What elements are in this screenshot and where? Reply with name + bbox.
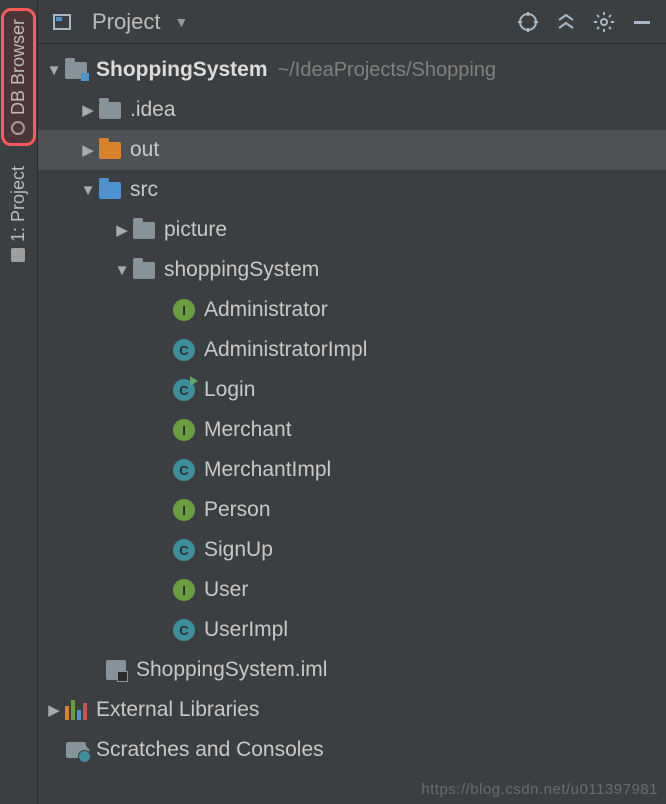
tree-node-class[interactable]: C AdministratorImpl [38, 330, 666, 370]
tree-node-class[interactable]: I Administrator [38, 290, 666, 330]
source-folder-icon [98, 178, 122, 202]
folder-icon [98, 138, 122, 162]
class-run-icon: C [172, 378, 196, 402]
expand-arrow-icon[interactable] [78, 141, 98, 159]
watermark-text: https://blog.csdn.net/u011397981 [421, 781, 658, 798]
database-icon [12, 121, 26, 135]
node-label: .idea [130, 98, 176, 122]
interface-icon: I [172, 578, 196, 602]
node-label: User [204, 578, 248, 602]
class-icon: C [172, 458, 196, 482]
class-icon: C [172, 338, 196, 362]
class-icon: C [172, 618, 196, 642]
interface-icon: I [172, 418, 196, 442]
project-icon [12, 248, 26, 262]
scratches-icon [64, 738, 88, 762]
tree-node-folder[interactable]: out [38, 130, 666, 170]
interface-icon: I [172, 498, 196, 522]
left-toolwindow-bar: DB Browser 1: Project [0, 0, 38, 804]
package-icon [132, 258, 156, 282]
project-toolbar: Project ▼ [38, 0, 666, 44]
module-folder-icon [64, 58, 88, 82]
node-label: AdministratorImpl [204, 338, 367, 362]
node-label: Scratches and Consoles [96, 738, 324, 762]
project-toolwindow: Project ▼ ShoppingSystem ~/IdeaProjects/… [38, 0, 666, 804]
node-path: ~/IdeaProjects/Shopping [278, 59, 497, 82]
node-label: out [130, 138, 159, 162]
project-tree[interactable]: ShoppingSystem ~/IdeaProjects/Shopping .… [38, 44, 666, 804]
tree-node-class[interactable]: I Merchant [38, 410, 666, 450]
node-label: Administrator [204, 298, 328, 322]
expand-arrow-icon[interactable] [112, 262, 132, 279]
node-label: Merchant [204, 418, 292, 442]
folder-icon [98, 98, 122, 122]
iml-file-icon [104, 658, 128, 682]
view-title[interactable]: Project [92, 9, 160, 35]
chevron-down-icon[interactable]: ▼ [174, 14, 188, 30]
node-label: ShoppingSystem [96, 58, 268, 82]
libraries-icon [64, 698, 88, 722]
tree-node-class[interactable]: C MerchantImpl [38, 450, 666, 490]
tree-node-class[interactable]: I User [38, 570, 666, 610]
tree-node-folder[interactable]: src [38, 170, 666, 210]
tree-node-folder[interactable]: picture [38, 210, 666, 250]
tab-label: DB Browser [8, 19, 29, 115]
interface-icon: I [172, 298, 196, 322]
node-label: ShoppingSystem.iml [136, 658, 327, 682]
gear-icon[interactable] [590, 8, 618, 36]
expand-arrow-icon[interactable] [78, 101, 98, 119]
node-label: SignUp [204, 538, 273, 562]
tree-node-scratches[interactable]: Scratches and Consoles [38, 730, 666, 770]
tab-label: 1: Project [8, 166, 29, 242]
tree-node-class[interactable]: C Login [38, 370, 666, 410]
expand-arrow-icon[interactable] [112, 221, 132, 239]
tree-node-package[interactable]: shoppingSystem [38, 250, 666, 290]
folder-icon [132, 218, 156, 242]
tab-db-browser[interactable]: DB Browser [1, 8, 36, 146]
node-label: Login [204, 378, 255, 402]
expand-arrow-icon[interactable] [78, 182, 98, 199]
locate-icon[interactable] [514, 8, 542, 36]
node-label: src [130, 178, 158, 202]
tab-project[interactable]: 1: Project [4, 158, 33, 270]
tree-node-class[interactable]: C SignUp [38, 530, 666, 570]
tree-node-class[interactable]: C UserImpl [38, 610, 666, 650]
hide-icon[interactable] [628, 8, 656, 36]
tree-node-class[interactable]: I Person [38, 490, 666, 530]
expand-arrow-icon[interactable] [44, 62, 64, 79]
node-label: External Libraries [96, 698, 259, 722]
tree-node-folder[interactable]: .idea [38, 90, 666, 130]
expand-arrow-icon[interactable] [44, 701, 64, 719]
node-label: MerchantImpl [204, 458, 331, 482]
collapse-all-icon[interactable] [552, 8, 580, 36]
tree-node-root[interactable]: ShoppingSystem ~/IdeaProjects/Shopping [38, 50, 666, 90]
node-label: Person [204, 498, 271, 522]
class-icon: C [172, 538, 196, 562]
node-label: UserImpl [204, 618, 288, 642]
node-label: picture [164, 218, 227, 242]
tree-node-external-libs[interactable]: External Libraries [38, 690, 666, 730]
node-label: shoppingSystem [164, 258, 319, 282]
project-view-icon[interactable] [48, 8, 76, 36]
tree-node-file[interactable]: ShoppingSystem.iml [38, 650, 666, 690]
